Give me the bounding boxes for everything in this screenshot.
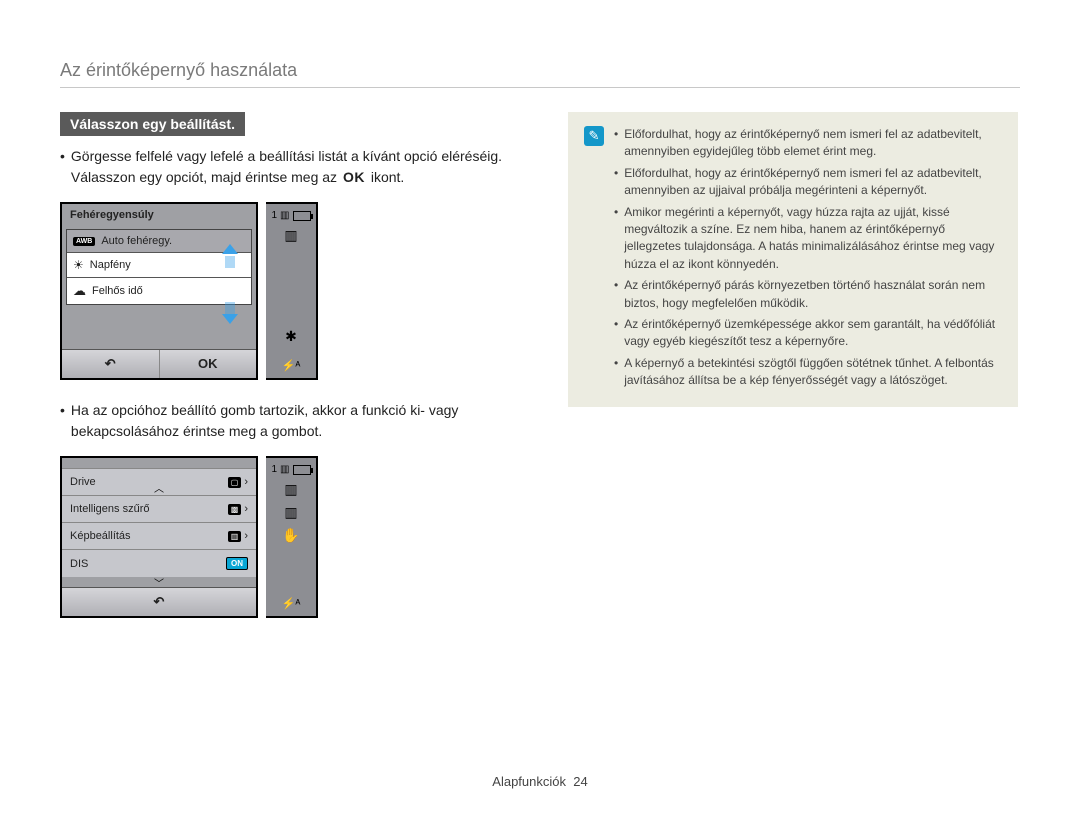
row-smartfilter[interactable]: Intelligens szűrő ▩ › (62, 495, 256, 522)
chevron-right-icon: › (244, 530, 248, 542)
page-title: Az érintőképernyő használata (60, 60, 1020, 88)
label-drive: Drive (70, 476, 96, 488)
arrow-up-icon (222, 244, 238, 254)
instruction-paragraph-1: • Görgesse felfelé vagy lefelé a beállít… (60, 146, 540, 188)
para1-text-b: ikont. (367, 169, 404, 185)
camera-screen-1: Fehéregyensúly AWB Auto fehéregy. Napfén… (60, 202, 540, 380)
para1-text-a: Görgesse felfelé vagy lefelé a beállítás… (71, 148, 502, 185)
para2-text: Ha az opcióhoz beállító gomb tartozik, a… (71, 400, 540, 442)
memory-card-icon: ▥ (284, 227, 297, 244)
dis-toggle-on[interactable]: ON (226, 557, 248, 570)
memory-card-icon: ▥ (284, 504, 297, 521)
filter-icon: ▩ (228, 504, 242, 515)
note-item: Előfordulhat, hogy az érintőképernyő nem… (614, 126, 1002, 161)
camera-side-panel-2: 1 ▥ ▥ ▥ ✋ ⚡ᴬ (266, 456, 318, 618)
shot-count: 1 (271, 464, 277, 475)
camera-screen-1-main: Fehéregyensúly AWB Auto fehéregy. Napfén… (60, 202, 258, 380)
note-info-icon: ✎ (584, 126, 604, 146)
wb-label-auto: Auto fehéregy. (101, 235, 172, 247)
note-item: Amikor megérinti a képernyőt, vagy húzza… (614, 204, 1002, 274)
page-footer: Alapfunkciók 24 (0, 774, 1080, 789)
row-imageadjust[interactable]: Képbeállítás ▥ › (62, 522, 256, 549)
chevron-right-icon: › (244, 503, 248, 515)
camera-screen-2-main: ︿ Drive ▢ › Intelligens szűrő ▩ › Képbeá… (60, 456, 258, 618)
label-smartfilter: Intelligens szűrő (70, 503, 150, 515)
bullet-dot: • (60, 400, 65, 442)
scroll-arrows (222, 244, 238, 324)
flash-icon: ⚡ᴬ (282, 359, 301, 372)
label-dis: DIS (70, 558, 88, 570)
awb-icon: AWB (73, 237, 95, 246)
memory-icon: ▥ (280, 464, 289, 475)
chevron-up-icon[interactable]: ︿ (154, 480, 164, 495)
ok-inline-label: OK (341, 167, 367, 188)
wb-label-daylight: Napfény (90, 259, 131, 271)
note-item: Az érintőképernyő üzemképessége akkor se… (614, 316, 1002, 351)
back-button[interactable]: ↶ (62, 350, 160, 378)
chevron-right-icon: › (244, 476, 248, 488)
row-dis[interactable]: DIS ON (62, 549, 256, 577)
footer-page-number: 24 (573, 774, 587, 789)
arrow-down-icon (222, 314, 238, 324)
wb-side-icon: ✱ (285, 328, 297, 345)
note-box: ✎ Előfordulhat, hogy az érintőképernyő n… (568, 112, 1018, 407)
adjust-icon: ▥ (228, 531, 242, 542)
ok-button[interactable]: OK (160, 350, 257, 378)
memory-icon: ▥ (280, 210, 289, 221)
shot-count: 1 (271, 210, 277, 221)
wb-label-cloudy: Felhős idő (92, 285, 143, 297)
note-item: Az érintőképernyő párás környezetben tör… (614, 277, 1002, 312)
camera-side-panel-1: 1 ▥ ▥ ✱ ⚡ᴬ (266, 202, 318, 380)
left-column: Válasszon egy beállítást. • Görgesse fel… (60, 112, 540, 638)
note-list: Előfordulhat, hogy az érintőképernyő nem… (614, 126, 1002, 393)
back-button[interactable]: ↶ (62, 588, 256, 616)
instruction-paragraph-2: • Ha az opcióhoz beállító gomb tartozik,… (60, 400, 540, 442)
note-item: Előfordulhat, hogy az érintőképernyő nem… (614, 165, 1002, 200)
camera-screen-2: ︿ Drive ▢ › Intelligens szűrő ▩ › Képbeá… (60, 456, 540, 618)
label-imageadjust: Képbeállítás (70, 530, 131, 542)
screen2-bottom-bar: ↶ (62, 587, 256, 616)
cloud-icon (73, 283, 86, 299)
screen1-title: Fehéregyensúly (62, 204, 256, 229)
footer-section: Alapfunkciók (492, 774, 566, 789)
right-column: ✎ Előfordulhat, hogy az érintőképernyő n… (568, 112, 1018, 638)
screen1-bottom-bar: ↶ OK (62, 349, 256, 378)
drive-icon: ▢ (228, 477, 242, 488)
hand-icon: ✋ (282, 527, 299, 544)
bullet-dot: • (60, 146, 65, 188)
section-subheading: Válasszon egy beállítást. (60, 112, 245, 136)
flash-icon: ⚡ᴬ (282, 597, 301, 610)
battery-icon (293, 211, 311, 221)
memory-card-icon: ▥ (284, 481, 297, 498)
battery-icon (293, 465, 311, 475)
note-item: A képernyő a betekintési szögtől függően… (614, 355, 1002, 390)
sun-icon (73, 258, 84, 272)
